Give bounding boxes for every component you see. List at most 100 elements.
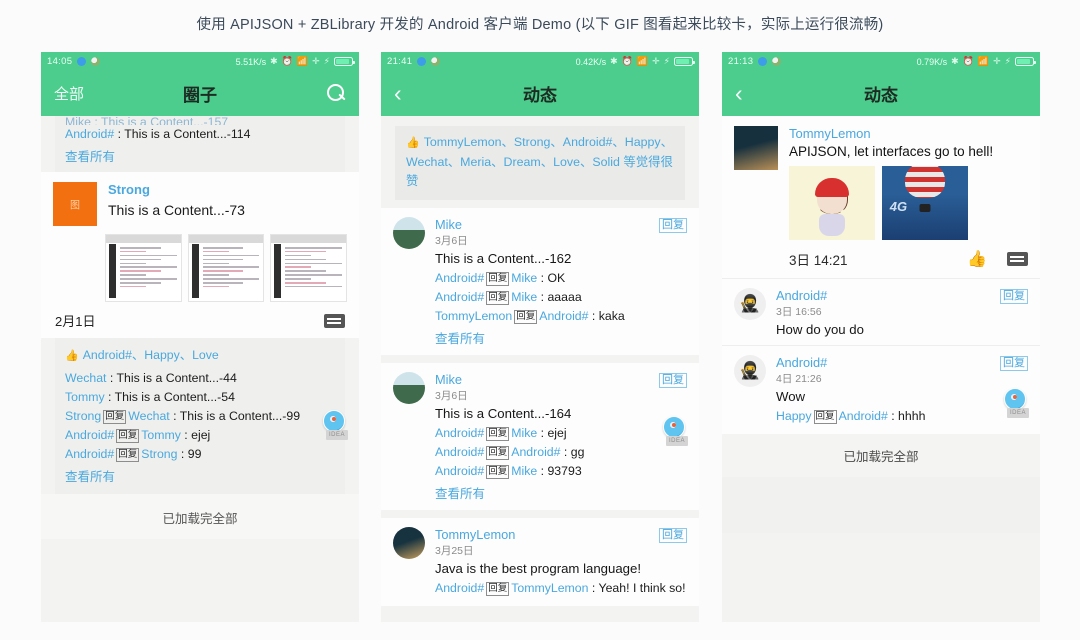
thumbs-up-icon[interactable]: 👍 xyxy=(967,249,987,269)
back-arrow-icon[interactable]: ‹ xyxy=(394,80,402,106)
comment-user[interactable]: Android# xyxy=(435,581,484,595)
comment-user[interactable]: Android# xyxy=(65,127,114,141)
comment-target[interactable]: Android# xyxy=(539,309,588,323)
comment-author[interactable]: Android# xyxy=(776,288,1028,303)
list-item[interactable]: Happy 回复 Android# : hhhh xyxy=(776,407,1028,426)
comment-user[interactable]: TommyLemon xyxy=(435,309,512,323)
likes-block[interactable]: 👍 TommyLemon、Strong、Android#、Happy、Wechat… xyxy=(395,126,685,200)
post-image-grid: 4G xyxy=(789,166,1028,240)
comment-user[interactable]: Android# xyxy=(435,445,484,459)
avatar[interactable]: 图 xyxy=(53,182,97,226)
list-item[interactable]: Android# 回复 Strong : 99 xyxy=(65,445,335,464)
list-item[interactable]: Android# 回复 TommyLemon : Yeah! I think so! xyxy=(435,579,687,598)
battery-icon xyxy=(1015,57,1036,66)
comment-target[interactable]: Tommy xyxy=(141,428,181,442)
floating-tag: IDEA xyxy=(326,430,348,440)
comment-item[interactable]: Android# 3日 16:56 How do you do 回复 xyxy=(722,278,1040,345)
comment-user[interactable]: Happy xyxy=(776,409,812,423)
floating-action-button[interactable] xyxy=(1004,388,1026,410)
post-card[interactable]: 图 Strong This is a Content...-73 2月1日 xyxy=(41,172,359,338)
phone1-scroll-area[interactable]: Mike : This is a Content...-157 Android#… xyxy=(41,116,359,622)
list-item[interactable]: Android# 回复 Android# : gg xyxy=(435,443,687,462)
comment-target[interactable]: Mike xyxy=(511,426,537,440)
likers-names[interactable]: TommyLemon、Strong、Android#、Happy、Wechat、… xyxy=(406,135,673,188)
feed-item[interactable]: TommyLemon 3月25日 Java is the best progra… xyxy=(381,518,699,606)
floating-action-button[interactable] xyxy=(323,410,345,432)
feed-author[interactable]: Mike xyxy=(435,372,687,387)
comment-target[interactable]: Mike xyxy=(511,290,537,304)
comment-target[interactable]: Strong xyxy=(141,447,177,461)
comment-icon[interactable] xyxy=(1007,252,1028,266)
reply-button[interactable]: 回复 xyxy=(659,218,687,233)
comment-user[interactable]: Wechat xyxy=(65,371,106,385)
comment-target[interactable]: Android# xyxy=(839,409,888,423)
feed-author[interactable]: Mike xyxy=(435,217,687,232)
top-comment-card[interactable]: Mike : This is a Content...-157 Android#… xyxy=(55,116,345,172)
view-all-link[interactable]: 查看所有 xyxy=(65,464,335,485)
avatar[interactable] xyxy=(734,288,766,320)
reply-label: 回复 xyxy=(486,582,510,596)
comment-target[interactable]: Mike xyxy=(511,464,537,478)
comment-author[interactable]: Android# xyxy=(776,355,1028,370)
list-item[interactable]: Android# 回复 Mike : ejej xyxy=(435,424,687,443)
feed-item[interactable]: Mike 3月6日 This is a Content...-162 Andro… xyxy=(381,208,699,355)
view-all-link[interactable]: 查看所有 xyxy=(435,481,687,502)
phone2-scroll-area[interactable]: 👍 TommyLemon、Strong、Android#、Happy、Wechat… xyxy=(381,116,699,622)
back-arrow-icon[interactable]: ‹ xyxy=(735,80,743,106)
post-thumbnail[interactable] xyxy=(270,234,348,302)
reply-button[interactable]: 回复 xyxy=(1000,356,1028,371)
likers-names[interactable]: Android#、Happy、Love xyxy=(83,348,219,362)
comment-user[interactable]: Android# xyxy=(435,464,484,478)
comment-user[interactable]: Android# xyxy=(435,290,484,304)
comment-user[interactable]: Android# xyxy=(435,271,484,285)
comment-user[interactable]: Android# xyxy=(65,447,114,461)
reply-button[interactable]: 回复 xyxy=(1000,289,1028,304)
phone3-scroll-area[interactable]: TommyLemon APIJSON, let interfaces go to… xyxy=(722,116,1040,622)
comment-target[interactable]: Mike xyxy=(511,271,537,285)
comment-user[interactable]: Tommy xyxy=(65,390,105,404)
post-image-grid[interactable] xyxy=(41,226,359,302)
avatar[interactable] xyxy=(734,355,766,387)
list-item[interactable]: TommyLemon 回复 Android# : kaka xyxy=(435,307,687,326)
list-item[interactable]: Android# 回复 Mike : aaaaa xyxy=(435,288,687,307)
comment-target[interactable]: Wechat xyxy=(128,409,169,423)
feed-author[interactable]: TommyLemon xyxy=(435,527,687,542)
comment-line: Android# : This is a Content...-114 xyxy=(65,125,335,144)
reply-button[interactable]: 回复 xyxy=(659,528,687,543)
list-item[interactable]: Tommy : This is a Content...-54 xyxy=(65,388,335,407)
alarm-icon: ⏰ xyxy=(621,56,633,66)
search-button[interactable] xyxy=(306,84,346,103)
comment-user[interactable]: Android# xyxy=(65,428,114,442)
status-app-icon-chrome xyxy=(772,57,782,66)
list-item[interactable]: Android# 回复 Tommy : ejej xyxy=(65,426,335,445)
post-author[interactable]: Strong xyxy=(108,182,245,197)
reply-button[interactable]: 回复 xyxy=(659,373,687,388)
comment-target[interactable]: TommyLemon xyxy=(511,581,588,595)
list-item[interactable]: Android# 回复 Mike : OK xyxy=(435,269,687,288)
wifi-icon: 📶 xyxy=(296,56,309,66)
floating-tag: IDEA xyxy=(666,436,688,446)
list-item[interactable]: Android# 回复 Mike : 93793 xyxy=(435,462,687,481)
avatar[interactable] xyxy=(393,217,425,249)
like-comment-block[interactable]: 👍 Android#、Happy、Love Wechat : This is a … xyxy=(55,338,345,494)
nav-filter-all-button[interactable]: 全部 xyxy=(54,83,110,104)
list-item[interactable]: Wechat : This is a Content...-44 xyxy=(65,369,335,388)
avatar[interactable] xyxy=(393,372,425,404)
post-author[interactable]: TommyLemon xyxy=(789,126,1028,141)
avatar[interactable] xyxy=(734,126,778,170)
feed-item[interactable]: Mike 3月6日 This is a Content...-164 Andro… xyxy=(381,363,699,510)
list-item[interactable]: Strong 回复 Wechat : This is a Content...-99 xyxy=(65,407,335,426)
avatar[interactable] xyxy=(393,527,425,559)
post-thumbnail[interactable] xyxy=(187,234,265,302)
post-image[interactable]: 4G xyxy=(882,166,968,240)
comment-target[interactable]: Android# xyxy=(511,445,560,459)
comment-user[interactable]: Android# xyxy=(435,426,484,440)
floating-action-button[interactable] xyxy=(663,416,685,438)
comment-user[interactable]: Strong xyxy=(65,409,101,423)
post-image[interactable] xyxy=(789,166,875,240)
view-all-link[interactable]: 查看所有 xyxy=(65,144,335,165)
post-thumbnail[interactable] xyxy=(105,234,182,302)
comment-icon[interactable] xyxy=(324,313,345,328)
comment-item[interactable]: Android# 4日 21:26 Wow Happy回复Android# : … xyxy=(722,345,1040,434)
view-all-link[interactable]: 查看所有 xyxy=(435,326,687,347)
